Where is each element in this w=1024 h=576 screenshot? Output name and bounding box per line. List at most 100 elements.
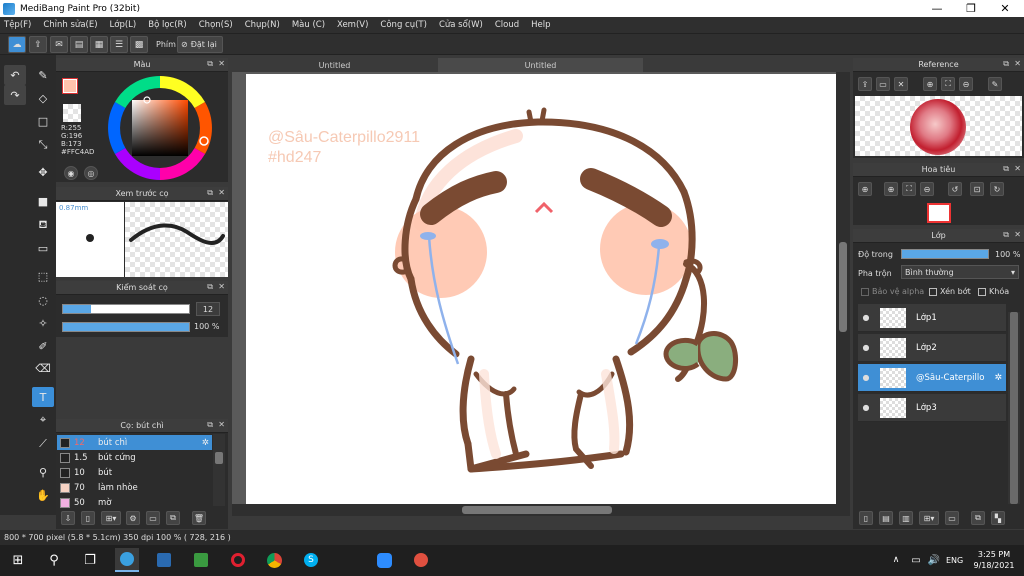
tab-untitled-2[interactable]: Untitled [438, 58, 643, 72]
brush-item[interactable]: 12 bút chì ✲ [57, 435, 212, 450]
rotate-right-icon[interactable]: ↻ [990, 182, 1004, 196]
gear-icon[interactable]: ✲ [994, 373, 1002, 383]
game-icon[interactable] [189, 548, 213, 572]
lasso-icon[interactable]: ◌ [32, 290, 54, 310]
eraser-icon[interactable]: ◇ [32, 88, 54, 108]
add-brush-icon[interactable]: ⊞▾ [101, 511, 121, 525]
paint-app-icon[interactable] [409, 548, 433, 572]
clock[interactable]: 3:25 PM 9/18/2021 [972, 549, 1016, 571]
cloud-brush-icon[interactable]: ⇩ [61, 511, 75, 525]
popout-icon[interactable]: ⧉ [1003, 230, 1009, 240]
close-icon[interactable]: ✕ [1014, 164, 1021, 173]
menu-edit[interactable]: Chỉnh sửa(E) [43, 20, 97, 30]
opera-icon[interactable] [226, 548, 250, 572]
layer-row[interactable]: ● Lớp1 [858, 304, 1006, 332]
rotate-reset-icon[interactable]: ⊡ [970, 182, 984, 196]
trash-icon[interactable]: 🗑 [192, 511, 206, 525]
duplicate-icon[interactable]: ⧉ [166, 511, 180, 525]
brush-item[interactable]: 70 làm nhòe [57, 480, 212, 495]
gear-icon[interactable]: ✲ [202, 438, 209, 448]
popout-icon[interactable]: ⧉ [1003, 59, 1009, 69]
close-icon[interactable]: ✕ [1014, 230, 1021, 239]
color-wheel[interactable] [106, 74, 214, 182]
brush-item[interactable]: 10 bút [57, 465, 212, 480]
visibility-icon[interactable]: ● [858, 403, 874, 412]
brush-size-slider[interactable] [62, 304, 190, 314]
zoom-in-nav-icon[interactable]: ⊕ [884, 182, 898, 196]
zoom-in-icon[interactable]: ⊕ [923, 77, 937, 91]
select-rect-icon[interactable]: ⬚ [32, 266, 54, 286]
merge-layer-icon[interactable]: ▚ [991, 511, 1005, 525]
brush-size-value[interactable]: 12 [196, 302, 220, 316]
sliders-icon[interactable]: ◎ [84, 166, 98, 180]
drawing-canvas[interactable]: @Sâu-Caterpillo2911 #hd247 [246, 74, 836, 514]
task-view-icon[interactable]: ❐ [78, 548, 102, 572]
document-icon[interactable]: ▦ [90, 36, 108, 53]
new-8bit-layer-icon[interactable]: ▥ [899, 511, 913, 525]
select-eraser-icon[interactable]: ⌫ [32, 358, 54, 378]
minimize-button[interactable]: — [920, 0, 954, 17]
comment-icon[interactable]: ✉ [50, 36, 68, 53]
app-icon-2[interactable] [152, 548, 176, 572]
redo-icon[interactable]: ↷ [4, 85, 26, 105]
canvas-area[interactable]: @Sâu-Caterpillo2911 #hd247 [232, 72, 850, 516]
popout-icon[interactable]: ⧉ [207, 420, 213, 430]
protect-alpha-checkbox[interactable]: Bảo vệ alpha [861, 287, 924, 296]
close-ref-icon[interactable]: ✕ [894, 77, 908, 91]
duplicate-layer-icon[interactable]: ⧉ [971, 511, 985, 525]
lock-checkbox[interactable]: Khóa [978, 287, 1009, 296]
layer-opacity-slider[interactable] [901, 249, 989, 259]
close-icon[interactable]: ✕ [218, 282, 225, 291]
operation-icon[interactable]: ⌖ [32, 410, 54, 430]
eyedropper-icon[interactable]: ⚲ [32, 462, 54, 482]
zoom-app-icon[interactable] [372, 548, 396, 572]
close-icon[interactable]: ✕ [218, 420, 225, 429]
new-brush-icon[interactable]: ▯ [81, 511, 95, 525]
zoom-out-nav-icon[interactable]: ⊖ [920, 182, 934, 196]
windows-start-icon[interactable]: ⊞ [6, 548, 30, 572]
horizontal-scrollbar[interactable] [232, 504, 836, 516]
menu-layer[interactable]: Lớp(L) [110, 20, 137, 30]
cloud-upload-icon[interactable]: ⇪ [858, 77, 872, 91]
open-folder-icon[interactable]: ▭ [876, 77, 890, 91]
volume-icon[interactable]: 🔊 [922, 548, 946, 572]
maximize-button[interactable]: ❐ [954, 0, 988, 17]
search-icon[interactable]: ⚲ [42, 548, 66, 572]
settings-icon[interactable]: ⚙ [126, 511, 140, 525]
fit-icon[interactable]: ⛶ [941, 77, 955, 91]
select-pen-icon[interactable]: ✐ [32, 336, 54, 356]
layer-row[interactable]: ● Lớp3 [858, 394, 1006, 422]
navigator-thumbnail[interactable] [927, 203, 951, 223]
palette-icon[interactable]: ◉ [64, 166, 78, 180]
divide-icon[interactable]: ⟋ [32, 434, 54, 454]
chat-icon[interactable]: ▤ [70, 36, 88, 53]
layer-row[interactable]: ● Lớp2 [858, 334, 1006, 362]
close-icon[interactable]: ✕ [218, 59, 225, 68]
share-icon[interactable]: ⇪ [29, 36, 47, 53]
add-layer-menu-icon[interactable]: ⊞▾ [919, 511, 939, 525]
cloud-icon[interactable]: ☁ [8, 36, 26, 53]
move-icon[interactable]: ✥ [32, 162, 54, 182]
magic-wand-icon[interactable]: ✧ [32, 313, 54, 333]
layer-row[interactable]: ● @Sâu-Caterpillo ✲ [858, 364, 1006, 392]
tab-untitled-1[interactable]: Untitled [232, 58, 437, 72]
popout-icon[interactable]: ⧉ [207, 282, 213, 292]
bucket-icon[interactable]: ⛾ [32, 215, 54, 235]
brush-icon[interactable]: ✎ [32, 65, 54, 85]
menu-tools[interactable]: Công cụ(T) [380, 20, 427, 30]
close-button[interactable]: ✕ [988, 0, 1022, 17]
medibang-taskbar-icon[interactable] [115, 548, 139, 572]
transparent-swatch[interactable] [63, 104, 81, 122]
new-layer-icon[interactable]: ▯ [859, 511, 873, 525]
visibility-icon[interactable]: ● [858, 313, 874, 322]
vertical-scrollbar[interactable] [836, 72, 850, 516]
hand-icon[interactable]: ✋ [32, 485, 54, 505]
menu-color[interactable]: Màu (C) [292, 20, 325, 30]
reset-button[interactable]: ⊘ Đặt lại [177, 36, 223, 53]
list-icon[interactable]: ☰ [110, 36, 128, 53]
popout-icon[interactable]: ⧉ [207, 188, 213, 198]
menu-snap[interactable]: Chụp(N) [245, 20, 280, 30]
layer-folder-icon[interactable]: ▭ [945, 511, 959, 525]
grid-icon[interactable]: ▩ [130, 36, 148, 53]
gradient-icon[interactable]: ▭ [32, 238, 54, 258]
